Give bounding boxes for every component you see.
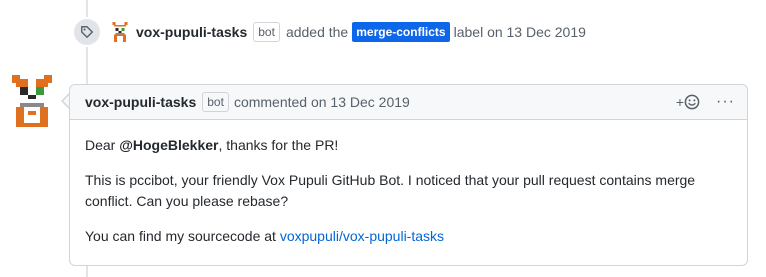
reaction-plus: + [675,94,685,110]
source-prefix: You can find my sourcecode at [85,228,280,244]
event-suffix: label on 13 Dec 2019 [453,24,586,40]
bot-badge: bot [202,92,229,112]
greeting-paragraph: Dear @HogeBlekker, thanks for the PR! [85,135,731,156]
label-event: vox-pupuli-tasks bot added the merge-con… [72,17,586,47]
bot-badge: bot [253,22,280,42]
smiley-icon [684,94,700,110]
event-actor[interactable]: vox-pupuli-tasks [136,24,247,40]
event-action: added the [285,24,349,40]
user-mention[interactable]: @HogeBlekker [119,137,218,153]
bot-message-paragraph: This is pccibot, your friendly Vox Pupul… [85,172,696,209]
bot-avatar[interactable] [12,75,52,127]
greeting-prefix: Dear [85,137,120,153]
tag-icon [72,17,102,47]
comment-body: Dear @HogeBlekker, thanks for the PR! Th… [70,120,747,247]
comment-box: vox-pupuli-tasks bot commented on 13 Dec… [69,84,748,266]
kebab-horizontal-icon[interactable]: ··· [716,94,735,110]
greeting-suffix: , thanks for the PR! [218,137,339,153]
comment-header: vox-pupuli-tasks bot commented on 13 Dec… [70,85,747,120]
add-reaction-button[interactable]: + [676,94,700,110]
comment-actions: + ··· [676,94,735,111]
comment-author[interactable]: vox-pupuli-tasks [85,94,196,110]
merge-conflicts-label[interactable]: merge-conflicts [352,22,450,42]
source-link[interactable]: voxpupuli/vox-pupuli-tasks [280,228,444,244]
bot-avatar-small[interactable] [110,22,130,42]
source-paragraph: You can find my sourcecode at voxpupuli/… [85,226,731,247]
comment-meta[interactable]: commented on 13 Dec 2019 [234,94,410,110]
